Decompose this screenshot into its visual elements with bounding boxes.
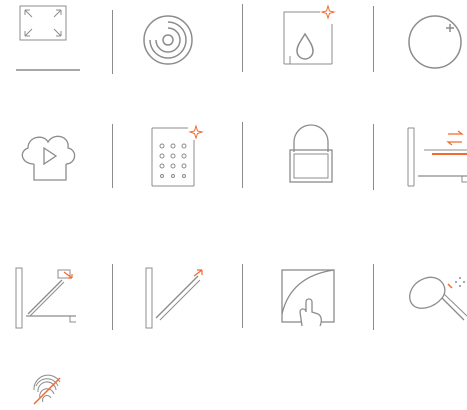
hole-grid-icon [148, 124, 214, 190]
divider [112, 10, 113, 74]
divider [373, 124, 374, 190]
touch-curve-icon [278, 266, 340, 330]
divider [242, 122, 243, 188]
divider [373, 264, 374, 330]
padlock-icon [286, 124, 336, 186]
no-fingerprint-icon [30, 372, 64, 406]
divider [242, 264, 243, 328]
cloud-play-icon [14, 126, 84, 186]
3d-disc-icon [138, 8, 228, 72]
angle-arrow-out-icon [142, 266, 208, 330]
water-drop-icon [276, 4, 342, 70]
divider [112, 264, 113, 330]
angle-arrow-in-icon [14, 266, 80, 330]
divider [242, 4, 243, 72]
magnifier-sparkle-icon [404, 268, 467, 328]
divider [373, 6, 374, 72]
expand-721-icon [10, 4, 82, 74]
divider [112, 124, 113, 188]
hi-plus-icon [400, 12, 467, 72]
slide-rail-icon [404, 124, 467, 188]
